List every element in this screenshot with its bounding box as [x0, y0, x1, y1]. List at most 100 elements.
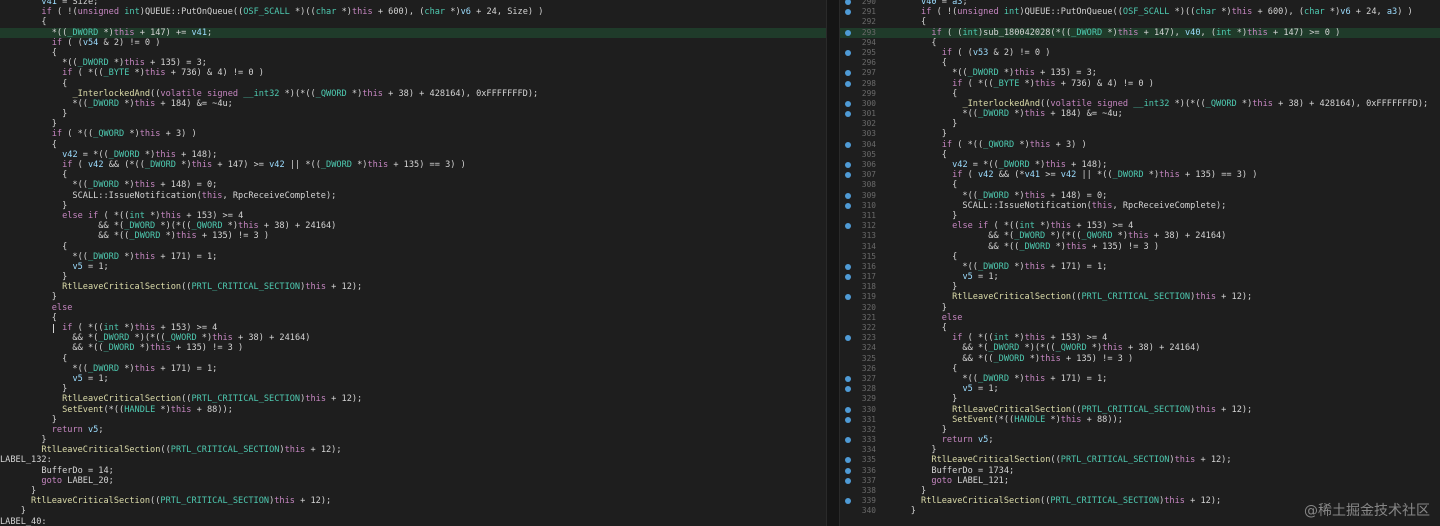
line-gutter[interactable]: 318 [840, 282, 880, 292]
code-line[interactable]: return v5; [0, 425, 826, 435]
code-line[interactable]: v5 = 1; [0, 374, 826, 384]
line-gutter[interactable]: 301 [840, 109, 880, 119]
code-line[interactable]: 314 && *((_DWORD *)this + 135) != 3 ) [840, 242, 1440, 252]
breakpoint-dot-icon[interactable] [845, 202, 851, 209]
line-gutter[interactable]: 325 [840, 354, 880, 364]
line-gutter[interactable]: 306 [840, 160, 880, 170]
code-line[interactable]: 293 if ( (int)sub_180042028(*((_DWORD *)… [840, 27, 1440, 38]
code-line[interactable]: 292 { [840, 17, 1440, 27]
line-gutter[interactable]: 319 [840, 292, 880, 302]
code-line[interactable]: 296 { [840, 58, 1440, 68]
line-gutter[interactable]: 314 [840, 242, 880, 252]
code-line[interactable]: 326 { [840, 364, 1440, 374]
code-line[interactable]: } [0, 272, 826, 282]
code-line[interactable]: { [0, 242, 826, 252]
code-line[interactable]: 330 RtlLeaveCriticalSection((PRTL_CRITIC… [840, 405, 1440, 415]
code-line[interactable]: } [0, 435, 826, 445]
code-line[interactable]: 318 } [840, 282, 1440, 292]
code-line[interactable]: 335 RtlLeaveCriticalSection((PRTL_CRITIC… [840, 455, 1440, 465]
breakpoint-dot-icon[interactable] [845, 263, 851, 270]
code-line[interactable]: if ( *((_QWORD *)this + 3) ) [0, 129, 826, 139]
code-line[interactable]: RtlLeaveCriticalSection((PRTL_CRITICAL_S… [0, 282, 826, 292]
line-gutter[interactable]: 292 [840, 17, 880, 27]
breakpoint-dot-icon[interactable] [845, 477, 851, 484]
code-line[interactable]: } [0, 415, 826, 425]
code-line[interactable]: LABEL_132: [0, 455, 826, 465]
line-gutter[interactable]: 337 [840, 476, 880, 486]
code-line[interactable]: else if ( *((int *)this + 153) >= 4 [0, 211, 826, 221]
line-gutter[interactable]: 320 [840, 303, 880, 313]
code-line[interactable]: if ( !(unsigned int)QUEUE::PutOnQueue((O… [0, 7, 826, 17]
line-gutter[interactable]: 291 [840, 7, 880, 17]
code-line[interactable]: 305 { [840, 150, 1440, 160]
breakpoint-dot-icon[interactable] [845, 375, 851, 382]
line-gutter[interactable]: 308 [840, 180, 880, 190]
code-line[interactable]: 321 else [840, 313, 1440, 323]
code-line[interactable]: { [0, 48, 826, 58]
line-gutter[interactable]: 322 [840, 323, 880, 333]
line-gutter[interactable]: 324 [840, 343, 880, 353]
code-line[interactable]: 298 if ( *((_BYTE *)this + 736) & 4) != … [840, 79, 1440, 89]
breakpoint-dot-icon[interactable] [845, 437, 851, 444]
breakpoint-dot-icon[interactable] [845, 49, 851, 56]
line-gutter[interactable]: 295 [840, 48, 880, 58]
breakpoint-dot-icon[interactable] [845, 416, 851, 423]
code-line[interactable]: 306 v42 = *((_DWORD *)this + 148); [840, 160, 1440, 170]
code-line[interactable]: v41 = Size; [0, 0, 826, 7]
code-line[interactable]: 290 v40 = a3; [840, 0, 1440, 7]
line-gutter[interactable]: 330 [840, 405, 880, 415]
code-line[interactable]: 334 } [840, 445, 1440, 455]
line-gutter[interactable]: 313 [840, 231, 880, 241]
breakpoint-dot-icon[interactable] [845, 457, 851, 464]
code-line[interactable]: _InterlockedAnd((volatile signed __int32… [0, 89, 826, 99]
code-line[interactable]: 316 *((_DWORD *)this + 171) = 1; [840, 262, 1440, 272]
code-line[interactable]: 319 RtlLeaveCriticalSection((PRTL_CRITIC… [840, 292, 1440, 302]
breakpoint-dot-icon[interactable] [845, 406, 851, 413]
line-gutter[interactable]: 294 [840, 38, 880, 48]
code-line[interactable]: 307 if ( v42 && (*v41 >= v42 || *((_DWOR… [840, 170, 1440, 180]
code-line[interactable]: { [0, 17, 826, 27]
breakpoint-dot-icon[interactable] [845, 223, 851, 230]
line-gutter[interactable]: 311 [840, 211, 880, 221]
line-gutter[interactable]: 300 [840, 99, 880, 109]
line-gutter[interactable]: 333 [840, 435, 880, 445]
code-line[interactable]: SetEvent(*((HANDLE *)this + 88)); [0, 405, 826, 415]
breakpoint-dot-icon[interactable] [845, 0, 851, 5]
code-line[interactable]: 338 } [840, 486, 1440, 496]
code-line[interactable]: 313 && *(_DWORD *)(*((_QWORD *)this + 38… [840, 231, 1440, 241]
line-gutter[interactable]: 293 [840, 28, 880, 38]
line-gutter[interactable]: 317 [840, 272, 880, 282]
line-gutter[interactable]: 307 [840, 170, 880, 180]
line-gutter[interactable]: 327 [840, 374, 880, 384]
breakpoint-dot-icon[interactable] [845, 162, 851, 168]
code-line[interactable]: goto LABEL_20; [0, 476, 826, 486]
code-line[interactable]: { [0, 313, 826, 323]
line-gutter[interactable]: 316 [840, 262, 880, 272]
code-line[interactable]: SCALL::IssueNotification(this, RpcReceiv… [0, 191, 826, 201]
line-gutter[interactable]: 304 [840, 140, 880, 150]
breakpoint-dot-icon[interactable] [845, 294, 851, 301]
code-line[interactable]: 291 if ( !(unsigned int)QUEUE::PutOnQueu… [840, 7, 1440, 17]
code-line[interactable]: 303 } [840, 129, 1440, 139]
breakpoint-dot-icon[interactable] [845, 498, 851, 505]
breakpoint-dot-icon[interactable] [845, 274, 851, 281]
code-line[interactable]: { [0, 170, 826, 180]
code-line[interactable]: 336 BufferDo = 1734; [840, 466, 1440, 476]
code-line[interactable]: && *((_DWORD *)this + 135) != 3 ) [0, 231, 826, 241]
code-line[interactable]: 295 if ( (v53 & 2) != 0 ) [840, 48, 1440, 58]
code-line[interactable]: if ( *((int *)this + 153) >= 4 [0, 323, 826, 333]
line-gutter[interactable]: 310 [840, 201, 880, 211]
code-line[interactable]: if ( v42 && (*((_DWORD *)this + 147) >= … [0, 160, 826, 170]
code-line[interactable]: } [0, 119, 826, 129]
code-line[interactable]: *((_DWORD *)this + 148) = 0; [0, 180, 826, 190]
line-gutter[interactable]: 298 [840, 79, 880, 89]
breakpoint-dot-icon[interactable] [845, 80, 851, 87]
code-line[interactable]: RtlLeaveCriticalSection((PRTL_CRITICAL_S… [0, 445, 826, 455]
code-line[interactable]: 320 } [840, 303, 1440, 313]
line-gutter[interactable]: 331 [840, 415, 880, 425]
code-line[interactable]: 333 return v5; [840, 435, 1440, 445]
breakpoint-dot-icon[interactable] [845, 172, 851, 179]
code-line[interactable]: LABEL_40: [0, 517, 826, 526]
breakpoint-dot-icon[interactable] [845, 111, 851, 118]
right-code-pane[interactable]: 290 v40 = a3; 291 if ( !(unsigned int)QUE… [840, 0, 1440, 526]
